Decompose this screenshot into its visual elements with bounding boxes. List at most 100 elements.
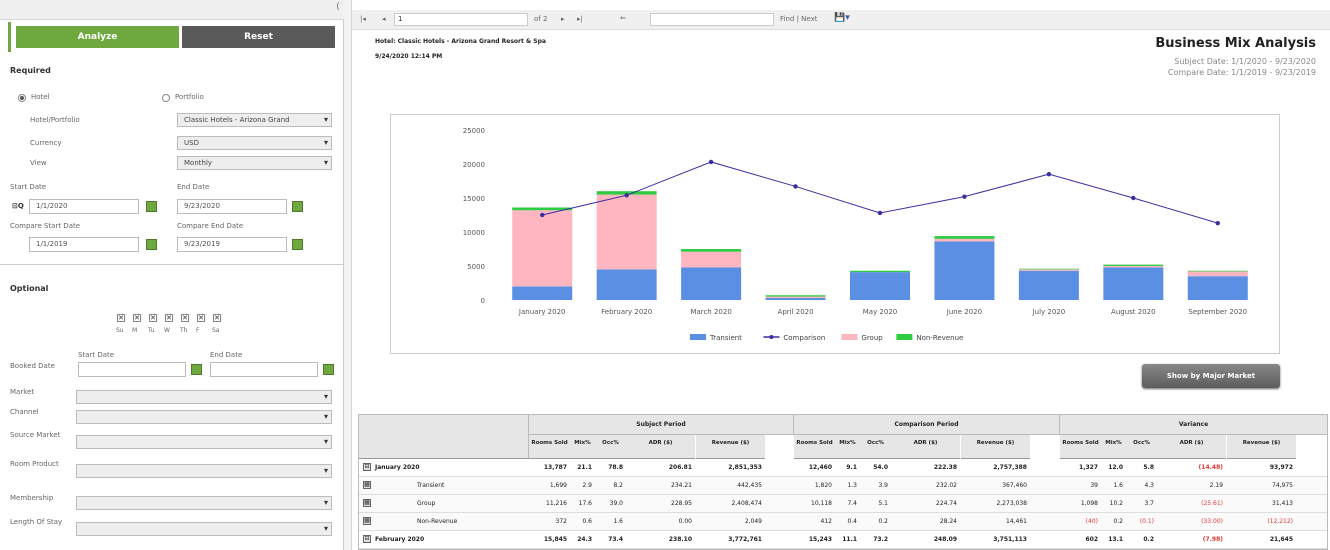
table-cell: 3,751,113 [993,536,1027,543]
prev-page-icon[interactable]: ◂ [382,15,386,23]
calendar-icon[interactable] [146,239,157,250]
expand-icon[interactable]: ▦ [363,481,371,489]
table-cell: 224.74 [936,500,957,507]
analyze-button[interactable]: Analyze [16,26,179,48]
table-cell: 24.3 [577,536,592,543]
legend-label: Non-Revenue [916,334,963,342]
booked-start-input[interactable] [78,362,186,377]
table-cell: 3.7 [1144,500,1154,507]
day-checkbox-w[interactable]: ✕ [165,314,173,322]
last-page-icon[interactable]: ▸| [577,15,583,23]
expand-icon[interactable]: ⊟ [363,463,371,471]
panel-splitter[interactable] [344,0,352,550]
compare-end-input[interactable]: 9/23/2019 [177,237,287,252]
table-cell: 1.6 [1113,482,1123,489]
day-checkbox-f[interactable]: ✕ [197,314,205,322]
compare-end-label: Compare End Date [177,222,244,230]
bar-group [596,194,657,270]
bar-non-revenue [681,249,742,252]
legend-label: Transient [709,334,742,342]
expand-icon[interactable]: ▦ [363,499,371,507]
table-cell: 5.1 [878,500,888,507]
y-tick-label: 20000 [463,161,485,169]
day-label: Th [180,327,188,334]
column-header: Revenue ($) [1227,435,1296,459]
booked-end-input[interactable] [210,362,318,377]
bar-non-revenue [934,236,995,239]
portfolio-radio[interactable] [162,94,170,102]
x-tick-label: February 2020 [601,308,652,316]
table-cell: 2,757,388 [993,464,1027,471]
row-header-cell [359,435,529,459]
hotel-portfolio-select[interactable]: Classic Hotels - Arizona Grand [177,113,332,127]
day-checkbox-sa[interactable]: ✕ [213,314,221,322]
find-next-link[interactable]: Find | Next [780,15,817,23]
back-icon[interactable]: ⇐ [620,14,626,22]
table-cell: (40) [1085,518,1098,525]
start-date-input[interactable]: 1/1/2020 [29,199,139,214]
filter-select-source-market[interactable] [76,435,332,449]
table-cell: 372 [555,518,567,525]
table-cell: 54.0 [873,464,888,471]
row-label: Transient [417,482,445,489]
row-label: January 2020 [375,464,420,471]
first-page-icon[interactable]: |◂ [360,15,366,23]
table-cell: 248.09 [933,536,957,543]
filter-select-length-of-stay[interactable] [76,522,332,536]
next-page-icon[interactable]: ▸ [561,15,565,23]
calendar-icon[interactable] [191,364,202,375]
reset-button[interactable]: Reset [182,26,335,48]
calendar-icon[interactable] [323,364,334,375]
table-cell: (0.1) [1139,518,1154,525]
comparison-point [708,159,714,165]
calendar-icon[interactable] [292,201,303,212]
x-tick-label: July 2020 [1032,308,1066,316]
x-tick-label: April 2020 [778,308,814,316]
x-tick-label: June 2020 [946,308,982,316]
table-cell: 3.9 [878,482,888,489]
show-by-major-market-button[interactable]: Show by Major Market [1142,364,1280,388]
table-cell: 0.2 [1113,518,1123,525]
filter-select-channel[interactable] [76,410,332,424]
column-header: Rooms Sold [1060,435,1101,459]
day-checkbox-m[interactable]: ✕ [133,314,141,322]
day-checkbox-su[interactable]: ✕ [117,314,125,322]
calendar-icon[interactable] [146,201,157,212]
view-select[interactable]: Monthly [177,156,332,170]
day-checkbox-tu[interactable]: ✕ [149,314,157,322]
search-icon[interactable]: ⊡Q [12,202,24,210]
export-icon[interactable]: 💾▾ [834,13,850,23]
compare-start-input[interactable]: 1/1/2019 [29,237,139,252]
filter-select-room-product[interactable] [76,464,332,478]
bar-group [1018,269,1079,271]
row-label: February 2020 [375,536,425,543]
hotel-radio-label: Hotel [31,93,50,101]
column-group-header: Variance [1060,415,1328,435]
expand-icon[interactable]: ▦ [363,517,371,525]
table-cell: 0.2 [1143,536,1154,543]
collapse-icon[interactable]: ⟨ [336,2,344,14]
table-cell: 1.3 [847,482,857,489]
filter-select-market[interactable] [76,390,332,404]
comparison-point [1046,172,1052,177]
calendar-icon[interactable] [292,239,303,250]
expand-icon[interactable]: ⊟ [363,535,371,543]
table-cell: 31,413 [1272,500,1293,507]
day-label: W [164,327,170,334]
filter-label: Room Product [10,460,59,468]
start-date-label: Start Date [10,183,47,191]
end-date-input[interactable]: 9/23/2020 [177,199,287,214]
find-input[interactable] [650,13,774,26]
table-cell: (33.00) [1201,518,1223,525]
filter-select-membership[interactable] [76,496,332,510]
bar-transient [1103,267,1164,300]
day-checkbox-th[interactable]: ✕ [181,314,189,322]
currency-select[interactable]: USD [177,136,332,150]
bar-non-revenue [1103,264,1164,266]
page-number-input[interactable]: 1 [394,13,528,26]
hotel-line: Hotel: Classic Hotels - Arizona Grand Re… [375,38,546,45]
hotel-radio[interactable] [18,94,26,102]
optional-heading: Optional [10,284,49,293]
y-tick-label: 25000 [463,127,485,135]
column-group-header: Comparison Period [794,415,1060,435]
